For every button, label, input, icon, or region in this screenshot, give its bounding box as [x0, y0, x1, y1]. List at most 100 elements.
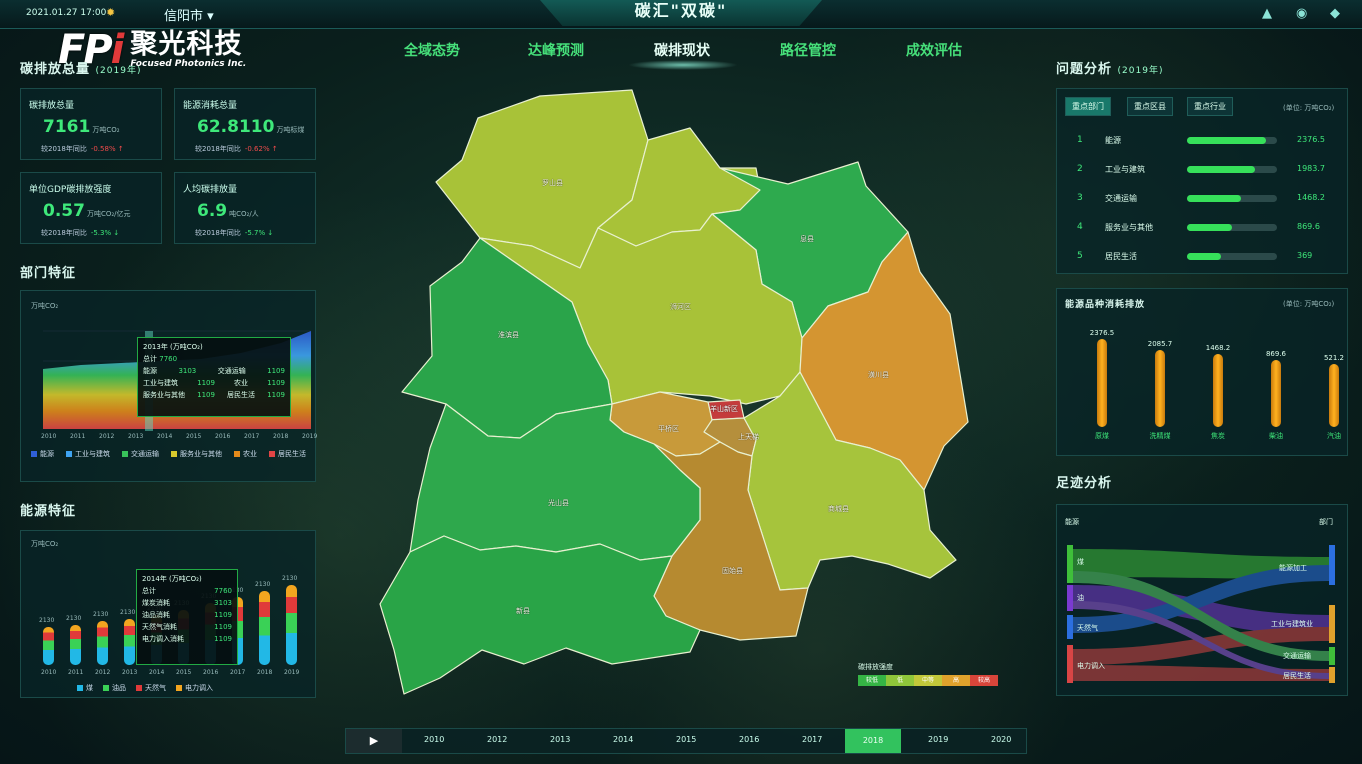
- variety-name: 原煤: [1095, 431, 1109, 440]
- rank-name: 能源: [1105, 136, 1121, 145]
- variety-name: 洗精煤: [1149, 431, 1171, 440]
- flow-left-coal: 煤: [1077, 558, 1084, 566]
- rank-number: 2: [1077, 164, 1083, 174]
- play-button[interactable]: ▶: [346, 729, 402, 753]
- rank-name: 居民生活: [1105, 252, 1137, 261]
- rank-track: [1187, 166, 1277, 173]
- timeline-year[interactable]: 2010: [424, 735, 444, 744]
- map-legend-highest: 较高: [970, 675, 998, 686]
- rank-bar: [1187, 166, 1255, 173]
- variety-name: 焦炭: [1211, 431, 1225, 440]
- flow-right-processing: 能源加工: [1279, 564, 1307, 572]
- rank-number: 5: [1077, 251, 1083, 261]
- map-label-guangshan[interactable]: 光山县: [548, 498, 569, 508]
- timeline-year[interactable]: 2013: [550, 735, 570, 744]
- flow-title: 足迹分析: [1056, 476, 1113, 491]
- timeline-year[interactable]: 2012: [487, 735, 507, 744]
- timeline-year[interactable]: 2015: [676, 735, 696, 744]
- variety-column: 869.6 柴油: [1251, 350, 1301, 441]
- variety-column: 521.2 汽油: [1309, 354, 1359, 441]
- map-label-xixian[interactable]: 息县: [800, 234, 814, 244]
- variety-bar: [1271, 359, 1281, 427]
- rank-bar: [1187, 253, 1222, 260]
- rank-value: 1468.2: [1297, 193, 1325, 202]
- timeline-year[interactable]: 2020: [991, 735, 1011, 744]
- variety-name: 汽油: [1327, 431, 1341, 440]
- rank-row[interactable]: 5 居民生活 369: [1057, 247, 1337, 267]
- flow-left-gas: 天然气: [1077, 624, 1098, 632]
- variety-bar: [1213, 354, 1223, 427]
- rank-track: [1187, 253, 1277, 260]
- rank-number: 3: [1077, 193, 1083, 203]
- variety-column: 2376.5 原煤: [1077, 329, 1127, 441]
- tab-key-counties[interactable]: 重点区县: [1127, 97, 1173, 116]
- map-label-center[interactable]: 平桥区: [658, 424, 679, 434]
- variety-column: 1468.2 焦炭: [1193, 344, 1243, 441]
- variety-panel: 能源品种消耗排放 (单位: 万吨CO₂) 2376.5 原煤 2085.7 洗精煤 14…: [1056, 288, 1348, 456]
- map-label-pingqiao[interactable]: 淮滨县: [498, 330, 519, 340]
- rank-bar: [1187, 137, 1267, 144]
- rank-name: 服务业与其他: [1105, 223, 1153, 232]
- rank-track: [1187, 195, 1277, 202]
- rank-row[interactable]: 2 工业与建筑 1983.7: [1057, 160, 1337, 180]
- variety-value: 1468.2: [1205, 344, 1231, 353]
- flow-left-oil: 油: [1077, 594, 1084, 602]
- timeline-year[interactable]: 2016: [739, 735, 759, 744]
- problem-title: 问题分析 (2019年): [1056, 62, 1164, 77]
- rank-row[interactable]: 1 能源 2376.5: [1057, 131, 1337, 151]
- rank-row[interactable]: 3 交通运输 1468.2: [1057, 189, 1337, 209]
- rank-value: 369: [1297, 251, 1313, 260]
- variety-value: 2376.5: [1089, 328, 1115, 337]
- rank-value: 869.6: [1297, 222, 1320, 231]
- map-legend-lowest: 较低: [858, 675, 886, 686]
- rank-bar: [1187, 195, 1241, 202]
- rank-name: 工业与建筑: [1105, 165, 1145, 174]
- timeline-year[interactable]: 2018: [845, 729, 901, 753]
- variety-value: 2085.7: [1147, 340, 1173, 349]
- problem-panel: 重点部门 重点区县 重点行业 (单位: 万吨CO₂) 1 能源 2376.5 2 工业与…: [1056, 88, 1348, 274]
- rank-number: 1: [1077, 135, 1083, 145]
- rank-track: [1187, 224, 1277, 231]
- map-label-yangshan[interactable]: 羊山新区: [710, 404, 738, 414]
- map-label-shangtianti[interactable]: 上天梯: [738, 432, 759, 442]
- rank-name: 交通运输: [1105, 194, 1137, 203]
- rank-value: 2376.5: [1297, 135, 1325, 144]
- map-label-luoshan[interactable]: 罗山县: [542, 178, 563, 188]
- map-legend: 碳排放强度 较低 低 中等 高 较高: [858, 662, 998, 686]
- variety-bar: [1155, 350, 1165, 427]
- map-label-shihe[interactable]: 浉河区: [670, 302, 691, 312]
- variety-column: 2085.7 洗精煤: [1135, 340, 1185, 441]
- map-legend-high: 高: [942, 675, 970, 686]
- flow-panel: 能源 部门 煤 油 天然气 电力调入 能源加工 工业与建筑业 交通运输 居民生活: [1056, 504, 1348, 696]
- flow-left-power: 电力调入: [1077, 662, 1105, 670]
- flow-right-residential: 居民生活: [1283, 672, 1311, 680]
- map-label-gushi[interactable]: 商城县: [828, 504, 849, 514]
- tab-key-sectors[interactable]: 重点部门: [1065, 97, 1111, 116]
- map-label-shangcheng[interactable]: 固始县: [722, 566, 743, 576]
- region-xinxian: [379, 535, 701, 695]
- variety-value: 869.6: [1265, 349, 1287, 358]
- map-label-xinxian[interactable]: 新县: [516, 606, 530, 616]
- variety-bar: [1097, 338, 1107, 427]
- problem-unit: (单位: 万吨CO₂): [1283, 104, 1335, 112]
- map-label-huangchuan[interactable]: 潢川县: [868, 370, 889, 380]
- variety-bar: [1329, 363, 1339, 427]
- flow-right-transport: 交通运输: [1283, 652, 1311, 660]
- rank-row[interactable]: 4 服务业与其他 869.6: [1057, 218, 1337, 238]
- map-legend-low: 低: [886, 675, 914, 686]
- rank-bar: [1187, 224, 1232, 231]
- map-legend-mid: 中等: [914, 675, 942, 686]
- timeline-year[interactable]: 2014: [613, 735, 633, 744]
- variety-unit: (单位: 万吨CO₂): [1283, 300, 1335, 308]
- rank-track: [1187, 137, 1277, 144]
- timeline-year[interactable]: 2019: [928, 735, 948, 744]
- rank-value: 1983.7: [1297, 164, 1325, 173]
- variety-value: 521.2: [1323, 353, 1345, 362]
- timeline-year[interactable]: 2017: [802, 735, 822, 744]
- tab-key-industries[interactable]: 重点行业: [1187, 97, 1233, 116]
- flow-right-industry: 工业与建筑业: [1271, 620, 1313, 628]
- variety-title: 能源品种消耗排放: [1065, 300, 1146, 310]
- variety-name: 柴油: [1269, 431, 1283, 440]
- year-timeline: ▶ 2010 2012 2013 2014 2015 2016 2017 2018 2019 20…: [345, 728, 1027, 754]
- rank-number: 4: [1077, 222, 1083, 232]
